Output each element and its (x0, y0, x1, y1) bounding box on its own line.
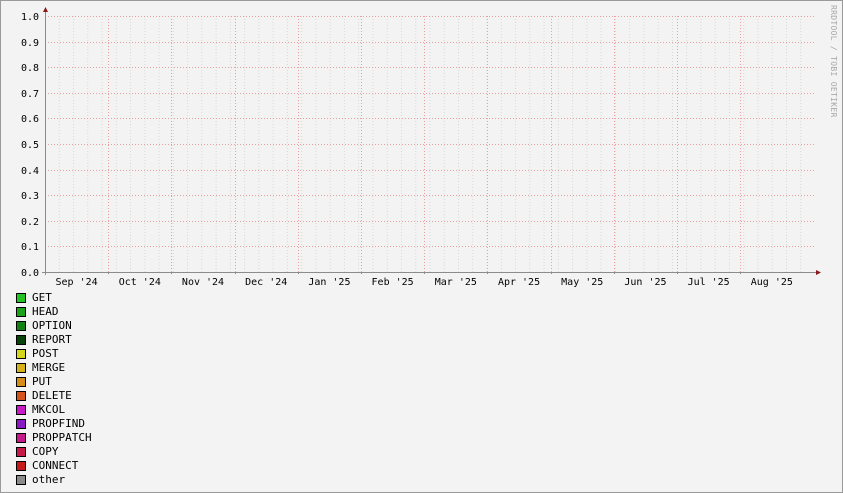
legend-swatch (16, 447, 26, 457)
legend-label: PROPPATCH (32, 431, 92, 444)
legend-item: POST (16, 347, 92, 361)
x-tick-label: Jul '25 (688, 277, 730, 288)
y-tick-label: 0.3 (21, 191, 39, 202)
legend-label: HEAD (32, 305, 59, 318)
major-grid (45, 16, 815, 272)
legend-swatch (16, 335, 26, 345)
legend-item: DELETE (16, 389, 92, 403)
legend-label: GET (32, 291, 52, 304)
legend-label: CONNECT (32, 459, 79, 472)
legend-swatch (16, 433, 26, 443)
y-tick-label: 0.7 (21, 89, 39, 100)
x-tick-label: Oct '24 (119, 277, 161, 288)
axes (42, 7, 821, 275)
y-tick-label: 0.6 (21, 114, 39, 125)
legend-swatch (16, 377, 26, 387)
x-tick-label: Dec '24 (245, 277, 287, 288)
legend-label: OPTION (32, 319, 72, 332)
legend-item: CONNECT (16, 459, 92, 473)
rrd-chart: 0.0 0.1 0.2 0.3 0.4 0.5 0.6 0.7 0.8 0.9 1.0 Sep '2… (21, 7, 821, 288)
legend-swatch (16, 363, 26, 373)
legend-label: POST (32, 347, 59, 360)
x-tick-label: Sep '24 (56, 277, 98, 288)
legend-item: other (16, 473, 92, 487)
legend-item: COPY (16, 445, 92, 459)
legend-label: PROPFIND (32, 417, 85, 430)
y-tick-label: 0.4 (21, 166, 39, 177)
y-tick-label: 0.9 (21, 38, 39, 49)
y-tick-label: 0.2 (21, 217, 39, 228)
x-tick-label: Jun '25 (624, 277, 666, 288)
legend-item: HEAD (16, 305, 92, 319)
x-axis-arrow (816, 270, 821, 275)
legend-label: MERGE (32, 361, 66, 374)
x-tick-labels: Sep '24 Oct '24 Nov '24 Dec '24 Jan '25 Feb '… (56, 277, 793, 288)
y-tick-label: 0.8 (21, 63, 39, 74)
legend-label: DELETE (32, 389, 72, 402)
legend-item: PROPPATCH (16, 431, 92, 445)
legend-item: PUT (16, 375, 92, 389)
legend-item: MKCOL (16, 403, 92, 417)
x-tick-label: Jan '25 (308, 277, 350, 288)
legend-label: MKCOL (32, 403, 66, 416)
legend-swatch (16, 461, 26, 471)
legend-swatch (16, 475, 26, 485)
legend-label: PUT (32, 375, 52, 388)
legend-swatch (16, 321, 26, 331)
x-tick-label: Feb '25 (372, 277, 414, 288)
x-tick-label: Apr '25 (498, 277, 540, 288)
legend: GET HEAD OPTION REPORT POST MERGE PUT DELETE MKC… (16, 291, 92, 487)
graph-frame: 0.0 0.1 0.2 0.3 0.4 0.5 0.6 0.7 0.8 0.9 1.0 Sep '2… (0, 0, 843, 493)
watermark: RRDTOOL / TOBI OETIKER (829, 5, 838, 118)
x-tick-label: Nov '24 (182, 277, 224, 288)
legend-swatch (16, 307, 26, 317)
legend-label: COPY (32, 445, 59, 458)
legend-label: REPORT (32, 333, 72, 346)
legend-item: OPTION (16, 319, 92, 333)
legend-item: MERGE (16, 361, 92, 375)
y-tick-label: 0.0 (21, 268, 39, 279)
legend-item: REPORT (16, 333, 92, 347)
y-tick-label: 0.5 (21, 140, 39, 151)
y-axis-arrow (43, 7, 48, 12)
legend-swatch (16, 419, 26, 429)
legend-swatch (16, 293, 26, 303)
x-tick-label: Mar '25 (435, 277, 477, 288)
legend-label: other (32, 473, 66, 486)
y-tick-label: 1.0 (21, 12, 39, 23)
legend-item: GET (16, 291, 92, 305)
legend-swatch (16, 405, 26, 415)
y-tick-labels: 0.0 0.1 0.2 0.3 0.4 0.5 0.6 0.7 0.8 0.9 1.0 (21, 12, 39, 279)
legend-swatch (16, 349, 26, 359)
x-tick-label: May '25 (561, 277, 603, 288)
legend-swatch (16, 391, 26, 401)
y-tick-label: 0.1 (21, 242, 39, 253)
legend-item: PROPFIND (16, 417, 92, 431)
x-tick-label: Aug '25 (751, 277, 793, 288)
